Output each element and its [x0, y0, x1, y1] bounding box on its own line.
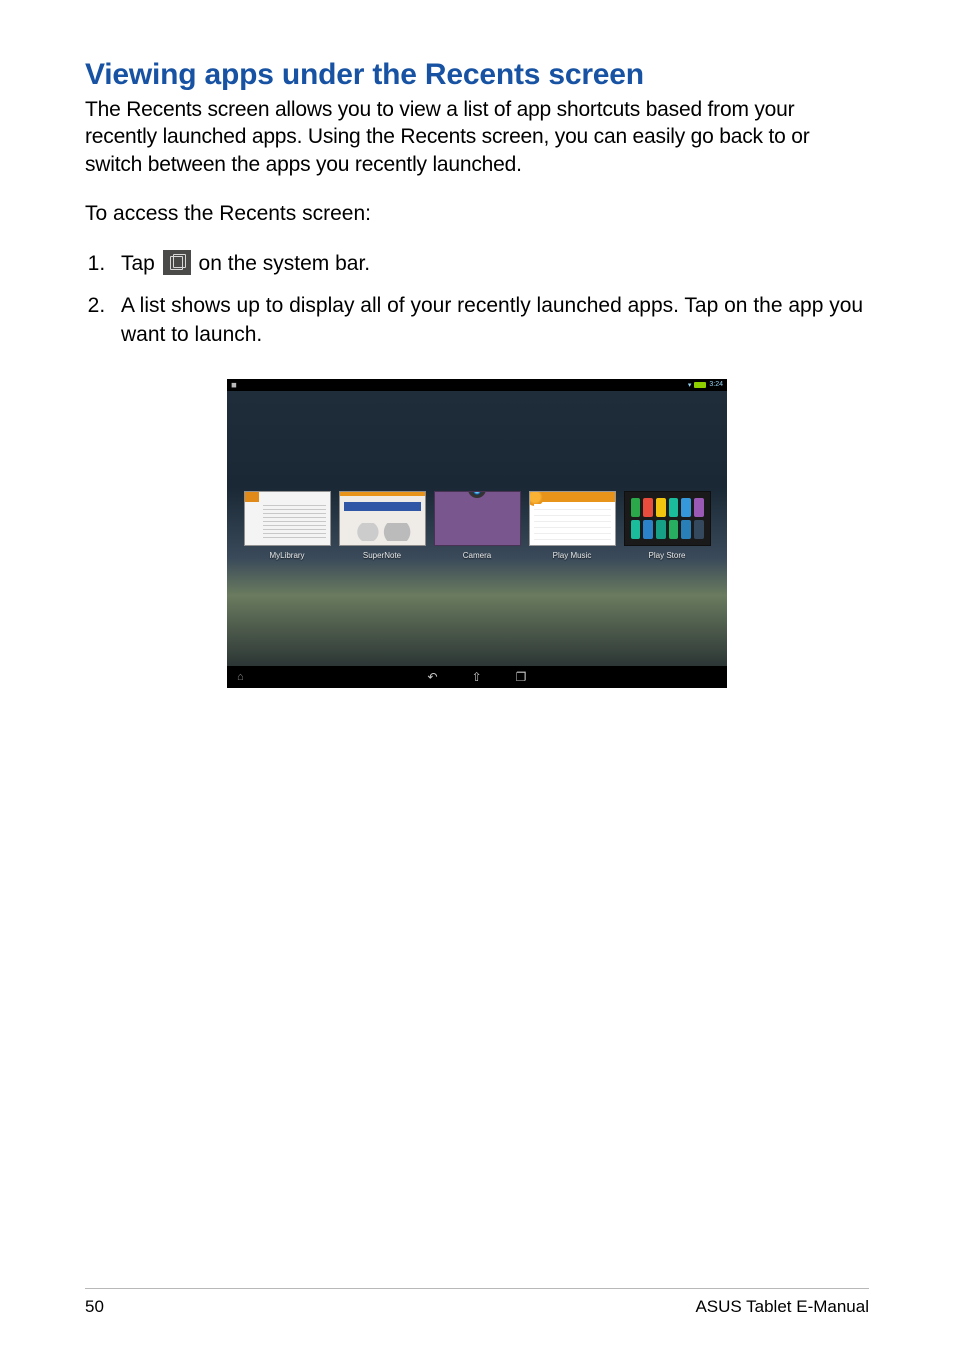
- doc-title: ASUS Tablet E-Manual: [695, 1297, 869, 1317]
- app-label: Play Music: [529, 551, 616, 560]
- page-number: 50: [85, 1297, 104, 1317]
- recents-row: MyLibrary SuperNote Camera Play Music Pl…: [227, 491, 727, 560]
- app-label: Camera: [434, 551, 521, 560]
- status-bar: ◼ ▾ 3:24: [227, 379, 727, 391]
- wifi-icon: ▾: [688, 381, 692, 389]
- page-footer: 50 ASUS Tablet E-Manual: [85, 1297, 869, 1317]
- tablet-screenshot: ◼ ▾ 3:24 MyLibrary SuperNote Camera: [227, 379, 727, 688]
- status-time: 3:24: [709, 381, 723, 388]
- battery-icon: [694, 382, 706, 388]
- manual-page: Viewing apps under the Recents screen Th…: [0, 0, 954, 1357]
- home-icon[interactable]: ⇧: [472, 670, 482, 684]
- app-label: MyLibrary: [244, 551, 331, 560]
- lead-sentence: To access the Recents screen:: [85, 202, 869, 226]
- step-1-post: on the system bar.: [193, 252, 370, 275]
- recents-icon: [163, 250, 191, 275]
- step-1-pre: Tap: [121, 252, 161, 275]
- step-2: A list shows up to display all of your r…: [111, 292, 869, 349]
- recent-app-playstore[interactable]: Play Store: [624, 491, 711, 560]
- recent-app-mylibrary[interactable]: MyLibrary: [244, 491, 331, 560]
- status-left-icon: ◼: [231, 381, 237, 389]
- recent-app-playmusic[interactable]: Play Music: [529, 491, 616, 560]
- page-title: Viewing apps under the Recents screen: [85, 58, 869, 92]
- step-1: Tap on the system bar.: [111, 250, 869, 278]
- recents-nav-icon[interactable]: ❐: [516, 670, 527, 684]
- recent-app-camera[interactable]: Camera: [434, 491, 521, 560]
- recent-app-supernote[interactable]: SuperNote: [339, 491, 426, 560]
- app-label: SuperNote: [339, 551, 426, 560]
- app-label: Play Store: [624, 551, 711, 560]
- back-icon[interactable]: ↶: [428, 670, 438, 684]
- store-icon-grid: [631, 498, 704, 539]
- intro-paragraph: The Recents screen allows you to view a …: [85, 96, 869, 178]
- apps-drawer-icon[interactable]: ⌂: [237, 671, 244, 683]
- steps-list: Tap on the system bar. A list shows up t…: [85, 250, 869, 349]
- footer-rule: [85, 1288, 869, 1289]
- system-bar: ⌂ ↶ ⇧ ❐: [227, 666, 727, 688]
